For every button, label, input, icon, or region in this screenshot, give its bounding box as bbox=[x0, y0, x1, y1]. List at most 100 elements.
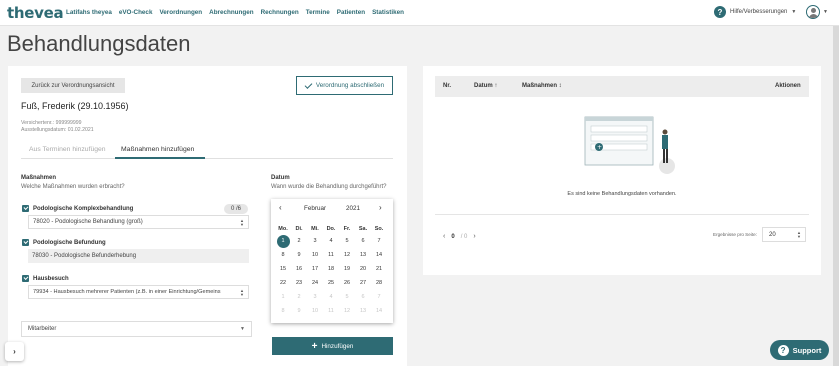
calendar-day[interactable]: 15 bbox=[275, 264, 291, 275]
measure-select-komplex[interactable]: 78020 - Podologische Behandlung (groß) ▲… bbox=[28, 215, 249, 229]
next-month-icon[interactable]: › bbox=[379, 203, 382, 212]
measure-select-hausbesuch[interactable]: 79934 - Hausbesuch mehrerer Patienten (z… bbox=[28, 285, 249, 299]
back-to-prescription-button[interactable]: Zurück zur Verordnungsansicht bbox=[21, 78, 125, 93]
calendar-day[interactable]: 18 bbox=[323, 264, 339, 275]
calendar-day[interactable]: 12 bbox=[339, 250, 355, 261]
calendar-day[interactable]: 8 bbox=[275, 250, 291, 261]
calendar-day[interactable]: 19 bbox=[339, 264, 355, 275]
checkbox-checked[interactable] bbox=[22, 205, 29, 212]
add-button[interactable]: + Hinzufügen bbox=[272, 337, 393, 355]
measure-checkbox-hausbesuch[interactable]: Hausbesuch bbox=[22, 275, 69, 282]
weekday-header: Mo. bbox=[278, 226, 288, 232]
help-menu[interactable]: ? Hilfe/Verbesserungen ▼ bbox=[714, 6, 796, 18]
checkbox-checked[interactable] bbox=[22, 239, 29, 246]
nav-item-rechnungen[interactable]: Rechnungen bbox=[261, 9, 299, 16]
nav-item-verordnungen[interactable]: Verordnungen bbox=[159, 9, 202, 16]
nav-item-patienten[interactable]: Patienten bbox=[337, 9, 365, 16]
measure-field-befundung: 78030 - Podologische Befunderhebung bbox=[28, 249, 249, 263]
nav-item-statistiken[interactable]: Statistiken bbox=[372, 9, 404, 16]
calendar-day: 8 bbox=[281, 308, 285, 314]
employee-select[interactable]: Mitarbeiter ▼ bbox=[21, 321, 252, 337]
insurance-number: Versichertenr.: 999999999 bbox=[21, 120, 82, 126]
pagination: ‹ 0 / 0 › bbox=[443, 233, 476, 240]
weekday-header: Do. bbox=[326, 226, 336, 232]
calendar-day[interactable]: 21 bbox=[371, 264, 387, 275]
question-icon: ? bbox=[714, 6, 726, 18]
checkbox-checked[interactable] bbox=[22, 275, 29, 282]
issue-date: Ausstellungsdatum: 01.02.2021 bbox=[21, 127, 94, 133]
tab-from-appointments[interactable]: Aus Terminen hinzufügen bbox=[29, 146, 106, 153]
date-picker-year[interactable]: 2021 bbox=[346, 205, 360, 212]
calendar-day: 4 bbox=[329, 294, 333, 300]
calendar-day[interactable]: 22 bbox=[275, 278, 291, 289]
calendar-day[interactable]: 4 bbox=[323, 236, 339, 247]
calendar-day[interactable]: 9 bbox=[291, 250, 307, 261]
total-pages: / 0 bbox=[460, 233, 468, 240]
user-avatar[interactable] bbox=[806, 5, 820, 19]
calendar-day[interactable]: 16 bbox=[291, 264, 307, 275]
svg-text:+: + bbox=[597, 144, 602, 151]
scrollbar[interactable] bbox=[833, 26, 839, 366]
date-picker-header: ‹ Februar 2021 › bbox=[271, 203, 393, 215]
date-picker-month[interactable]: Februar bbox=[304, 205, 326, 212]
measures-question: Welche Maßnahmen wurden erbracht? bbox=[21, 184, 125, 190]
date-question: Wann wurde die Behandlung durchgeführt? bbox=[271, 184, 387, 190]
calendar-day[interactable]: 2 bbox=[291, 236, 307, 247]
nav-item-abrechnungen[interactable]: Abrechnungen bbox=[209, 9, 253, 16]
close-prescription-button[interactable]: Verordnung abschließen bbox=[296, 76, 393, 95]
plus-icon: + bbox=[311, 340, 318, 352]
previous-page-icon[interactable]: ‹ bbox=[443, 233, 445, 240]
page-title: Behandlungsdaten bbox=[7, 31, 191, 56]
active-tab-indicator bbox=[115, 157, 205, 159]
calendar-day[interactable]: 20 bbox=[355, 264, 371, 275]
calendar-day[interactable]: 24 bbox=[307, 278, 323, 289]
measure-checkbox-befundung[interactable]: Podologische Befundung bbox=[22, 239, 106, 246]
tabs: Aus Terminen hinzufügen Maßnahmen hinzuf… bbox=[21, 142, 393, 159]
column-header-datum[interactable]: Datum ↑ bbox=[474, 83, 497, 89]
support-button[interactable]: ? Support bbox=[770, 340, 829, 360]
calendar-day[interactable]: 26 bbox=[339, 278, 355, 289]
empty-state-illustration: + bbox=[584, 116, 675, 174]
calendar-day[interactable]: 6 bbox=[355, 236, 371, 247]
measure-select-value: 79934 - Hausbesuch mehrerer Patienten (z… bbox=[33, 289, 221, 295]
help-label: Hilfe/Verbesserungen bbox=[730, 9, 788, 15]
calendar-day: 1 bbox=[281, 294, 285, 300]
per-page-select[interactable]: 20 ▲ ▼ bbox=[762, 227, 806, 242]
employee-placeholder: Mitarbeiter bbox=[28, 326, 57, 332]
calendar-day[interactable]: 7 bbox=[371, 236, 387, 247]
calendar-day[interactable]: 23 bbox=[291, 278, 307, 289]
user-menu-chevron-icon[interactable]: ▼ bbox=[823, 9, 828, 15]
calendar-day[interactable]: 5 bbox=[339, 236, 355, 247]
calendar-day[interactable]: 14 bbox=[371, 250, 387, 261]
close-prescription-label: Verordnung abschließen bbox=[315, 82, 385, 89]
nav-item-termine[interactable]: Termine bbox=[306, 9, 330, 16]
calendar-day[interactable]: 3 bbox=[307, 236, 323, 247]
calendar-day[interactable]: 11 bbox=[323, 250, 339, 261]
calendar-day: 3 bbox=[313, 294, 317, 300]
top-navigation: thevea Latifahs theyea eVO-Check Verordn… bbox=[0, 0, 839, 26]
calendar-day[interactable]: 27 bbox=[355, 278, 371, 289]
check-icon bbox=[304, 80, 313, 89]
sidebar-toggle-button[interactable]: › bbox=[5, 342, 24, 361]
empty-state-message: Es sind keine Behandlungsdaten vorhanden… bbox=[567, 191, 677, 197]
sort-arrows-icon: ▲ ▼ bbox=[240, 288, 244, 297]
calendar-day[interactable]: 28 bbox=[371, 278, 387, 289]
calendar-day[interactable]: 25 bbox=[323, 278, 339, 289]
previous-month-icon[interactable]: ‹ bbox=[279, 203, 282, 212]
column-header-massnahmen[interactable]: Maßnahmen ↕ bbox=[522, 83, 562, 89]
nav-item-evo-check[interactable]: eVO-Check bbox=[119, 9, 153, 16]
question-icon: ? bbox=[777, 344, 789, 356]
calendar-day-selected[interactable]: 1 bbox=[275, 236, 291, 247]
next-page-icon[interactable]: › bbox=[473, 233, 475, 240]
app-logo[interactable]: thevea bbox=[7, 4, 64, 22]
nav-item-latifahs[interactable]: Latifahs theyea bbox=[66, 9, 112, 16]
measure-checkbox-komplex[interactable]: Podologische Komplexbehandlung bbox=[22, 205, 133, 212]
chevron-down-icon: ▼ bbox=[240, 326, 245, 332]
tab-add-measures[interactable]: Maßnahmen hinzufügen bbox=[121, 146, 194, 153]
support-label: Support bbox=[792, 345, 822, 355]
measure-label: Hausbesuch bbox=[33, 275, 69, 282]
calendar-day[interactable]: 10 bbox=[307, 250, 323, 261]
calendar-day: 2 bbox=[297, 294, 301, 300]
calendar-day[interactable]: 13 bbox=[355, 250, 371, 261]
calendar-day[interactable]: 17 bbox=[307, 264, 323, 275]
